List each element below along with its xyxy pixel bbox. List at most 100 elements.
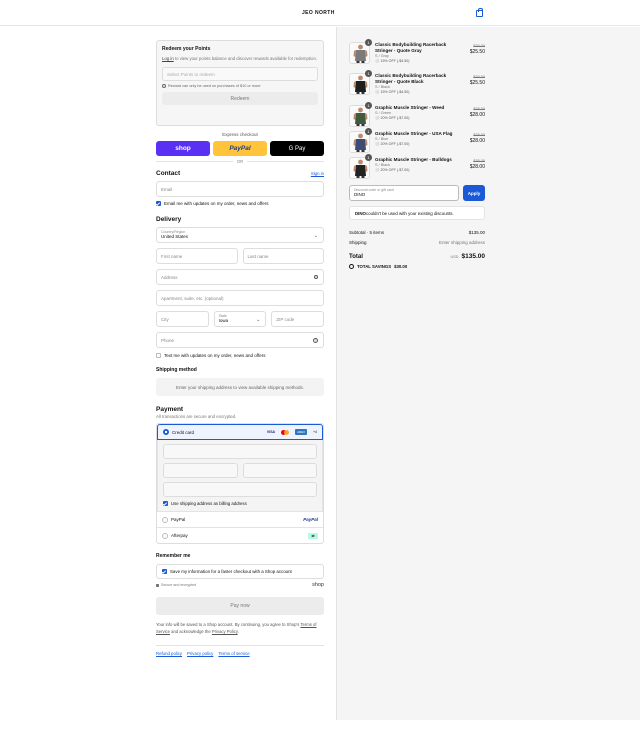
error-text: couldn't be used with your existing disc… <box>365 210 454 216</box>
card-form: Use shipping address as billing address <box>157 440 323 511</box>
help-icon[interactable]: ? <box>313 338 318 343</box>
name-row: First name Last name <box>156 248 324 264</box>
phone-placeholder: Phone <box>161 337 175 343</box>
redeem-button[interactable]: Redeem <box>162 92 318 105</box>
zip-field[interactable]: ZIP code <box>271 311 325 327</box>
credit-card-radio[interactable] <box>163 429 169 435</box>
sale-price: $25.50 <box>469 49 485 55</box>
paypal-radio[interactable] <box>162 516 168 523</box>
gpay-button[interactable]: G Pay <box>270 141 324 156</box>
chevron-down-icon: ⌄ <box>256 317 261 323</box>
afterpay-radio[interactable] <box>162 532 168 539</box>
sms-row[interactable]: Text me with updates on my order, news a… <box>156 353 324 358</box>
payment-title: Payment <box>156 406 184 413</box>
discount-value: DINO <box>354 192 366 197</box>
terms-of-service-link[interactable]: Terms of service <box>218 651 249 656</box>
paypal-option[interactable]: PayPal PayPal <box>157 511 323 527</box>
save-info-checkbox[interactable] <box>162 569 167 574</box>
info-icon <box>162 84 166 88</box>
discount-text: 20% OFF (-$7.00) <box>380 168 410 172</box>
discount-section: Discount code or gift card DINO Apply DI… <box>349 185 485 269</box>
discount-text: 20% OFF (-$7.00) <box>380 142 410 146</box>
savings-row: TOTAL SAVINGS $30.00 <box>349 264 485 269</box>
state-select[interactable]: State Iowa ⌄ <box>213 311 267 327</box>
sms-label: Text me with updates on my order, news a… <box>164 353 266 358</box>
first-name-field[interactable]: First name <box>156 248 238 264</box>
store-logo[interactable]: JEO NORTH <box>302 10 335 16</box>
save-info-label: Save my information for a faster checkou… <box>170 569 292 574</box>
sms-checkbox[interactable] <box>156 353 161 358</box>
email-field[interactable]: Email <box>156 181 324 197</box>
paypal-button[interactable]: PayPal <box>213 141 267 156</box>
shipping-message: Enter your shipping address to view avai… <box>156 378 324 396</box>
cart-item: 1 Classic Bodybuilding Racerback Stringe… <box>349 39 485 68</box>
redeem-info-text: Reward can only be used on purchases of … <box>168 84 261 88</box>
points-select-placeholder: Select Points to redeem <box>167 71 215 77</box>
card-name-field[interactable] <box>163 482 317 497</box>
newsletter-checkbox[interactable] <box>156 201 161 206</box>
paypal-option-label: PayPal <box>171 517 186 522</box>
privacy-policy-link[interactable]: Privacy policy <box>187 651 213 656</box>
apply-label: Apply <box>467 190 481 196</box>
afterpay-option[interactable]: Afterpay ⇄ <box>157 527 323 543</box>
total-value: $135.00 <box>461 253 486 260</box>
shop-pay-button[interactable]: shop <box>156 141 210 156</box>
last-name-field[interactable]: Last name <box>242 248 324 264</box>
checkout-form: Redeem your Points Log in to view your p… <box>156 40 325 656</box>
credit-card-option[interactable]: Credit card VISA AMEX +4 <box>157 424 323 440</box>
billing-same-checkbox[interactable] <box>163 501 168 506</box>
pay-now-button[interactable]: Pay now <box>156 597 324 615</box>
card-number-field[interactable] <box>163 444 317 459</box>
address-field[interactable]: Address <box>156 269 324 285</box>
tank-top-image <box>350 43 369 63</box>
footer-links: Refund policy Privacy policy Terms of se… <box>156 645 324 656</box>
card-row <box>163 463 317 478</box>
afterpay-option-label: Afterpay <box>171 533 188 538</box>
discount-code-input[interactable]: Discount code or gift card DINO <box>349 185 459 201</box>
cart-item: 1 Graphic Muscle Stringer - USA Flag S /… <box>349 128 485 157</box>
secure-label: Secure and encrypted <box>156 583 196 587</box>
product-discount: ⚪ 20% OFF (-$7.00) <box>375 116 410 120</box>
subtotal-row: Subtotal · 5 items $135.00 <box>349 230 485 235</box>
phone-field[interactable]: Phone ? <box>156 332 324 348</box>
discount-text: 15% OFF (-$4.50) <box>380 90 410 94</box>
redeem-points-box: Redeem your Points Log in to view your p… <box>156 40 324 126</box>
email-placeholder: Email <box>161 186 173 192</box>
zip-placeholder: ZIP code <box>276 316 295 322</box>
save-info-row[interactable]: Save my information for a faster checkou… <box>156 564 324 579</box>
product-title: Classic Bodybuilding Racerback Stringer … <box>375 73 447 84</box>
afterpay-logo-icon: ⇄ <box>308 532 318 539</box>
expiry-field[interactable] <box>163 463 238 478</box>
country-select[interactable]: Country/Region United States ⌄ <box>156 227 324 243</box>
original-price: $30.00 <box>473 75 485 79</box>
newsletter-row[interactable]: Email me with updates on my order, news … <box>156 201 324 206</box>
original-price: $30.00 <box>473 44 485 48</box>
city-field[interactable]: City <box>156 311 209 327</box>
billing-same-row[interactable]: Use shipping address as billing address <box>163 501 317 506</box>
redeem-title: Redeem your Points <box>162 46 211 52</box>
signin-link[interactable]: Sign in <box>311 171 324 176</box>
newsletter-label: Email me with updates on my order, news … <box>164 201 269 206</box>
subtotal-value: $135.00 <box>468 230 485 235</box>
apply-button[interactable]: Apply <box>463 185 485 201</box>
savings-value: $30.00 <box>394 264 408 269</box>
points-select[interactable]: Select Points to redeem <box>162 67 318 81</box>
search-icon <box>314 275 318 279</box>
refund-policy-link[interactable]: Refund policy <box>156 651 182 656</box>
total-row: Total USD $135.00 <box>349 253 485 260</box>
express-checkout-label: Express checkout <box>222 132 258 137</box>
apartment-field[interactable]: Apartment, suite, etc. (optional) <box>156 290 324 306</box>
site-header: JEO NORTH <box>0 0 640 26</box>
bag-icon[interactable] <box>476 8 483 17</box>
credit-card-label: Credit card <box>172 429 195 435</box>
sale-price: $28.00 <box>469 138 485 144</box>
error-code: DINO <box>355 210 366 216</box>
cvv-field[interactable] <box>242 463 317 478</box>
or-text: OR <box>236 159 244 164</box>
product-discount: ⚪ 15% OFF (-$4.50) <box>375 59 410 63</box>
product-name: Graphic Muscle Stringer - Weed S / Green… <box>375 105 463 121</box>
secure-text: Secure and encrypted <box>161 583 197 587</box>
shop-privacy-link[interactable]: Privacy Policy <box>212 629 238 634</box>
login-link[interactable]: Log in <box>162 56 174 61</box>
disclaimer-suffix: . <box>237 628 239 634</box>
